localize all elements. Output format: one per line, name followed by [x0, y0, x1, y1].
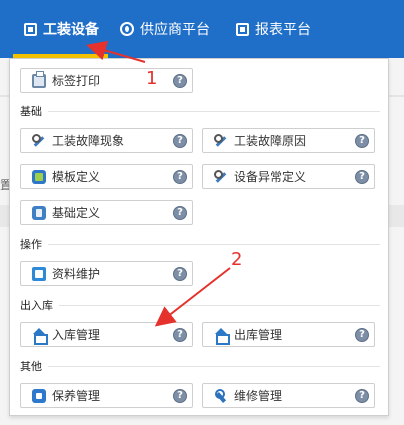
annotation-arrows	[86, 40, 231, 327]
annotation-arrow-2	[154, 267, 231, 327]
annotation-arrow-1	[86, 40, 146, 63]
annotation-number-2: 2	[231, 249, 243, 270]
annotation-number-1: 1	[146, 68, 158, 89]
